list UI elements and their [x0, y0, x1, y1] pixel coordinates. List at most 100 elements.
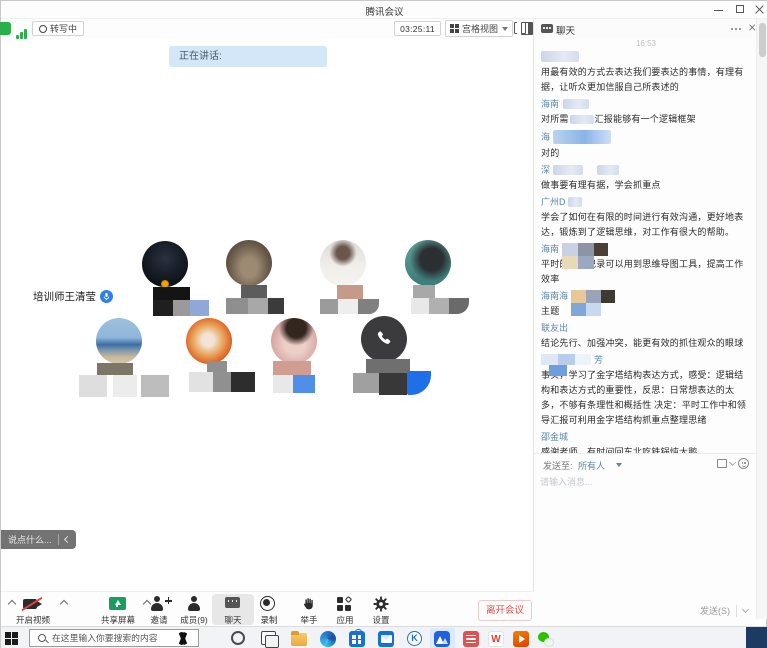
settings-button[interactable]: 设置	[359, 596, 403, 626]
file-explorer-icon[interactable]	[291, 633, 307, 646]
censored-name-blur	[553, 130, 611, 144]
minimize-button[interactable]	[711, 3, 727, 16]
share-screen-button[interactable]: 共享屏幕	[96, 596, 140, 626]
censored-image-mosaic	[571, 290, 615, 316]
video-stage: 正在讲话: 培训师王清莹	[1, 39, 533, 591]
caption-bubble[interactable]: 说点什么...	[1, 530, 76, 549]
send-to-dropdown[interactable]: 所有人	[578, 459, 605, 472]
chevron-down-icon[interactable]	[729, 459, 736, 466]
more-options-button[interactable]	[731, 28, 741, 30]
censored-image-mosaic	[541, 354, 591, 376]
task-view-button[interactable]	[261, 631, 276, 645]
chat-scrollbar[interactable]	[756, 19, 767, 619]
toggle-video-button[interactable]: 开启视频	[11, 596, 55, 626]
censored-name-blur	[541, 51, 579, 62]
send-button-group: 发送(S)	[700, 604, 748, 617]
video-options-chevron[interactable]	[60, 600, 68, 608]
transcribing-button[interactable]: 转写中	[32, 21, 84, 36]
send-options-icon[interactable]	[742, 606, 749, 613]
microsoft-store-icon[interactable]	[349, 631, 365, 647]
maximize-button[interactable]	[733, 3, 749, 16]
chat-message: 事实，学习了金字塔结构表达方式，感受：逻辑结构和表达方式的重要性，反思：日常想表…	[541, 368, 751, 428]
chat-sender-name: 深	[541, 164, 751, 176]
presentation-app-icon[interactable]	[513, 631, 529, 647]
chat-timestamp: 16:53	[541, 39, 751, 48]
chat-sender-name: 海南海	[541, 290, 751, 302]
tencent-meeting-window: 腾讯会议 转写中 03:25:11 宫格视图 正在讲话: 培训师王清	[0, 0, 767, 648]
camera-off-icon	[11, 596, 55, 613]
penguin-avatar	[226, 240, 272, 286]
trainer-name-label: 培训师王清莹	[33, 289, 113, 304]
edge-browser-icon[interactable]	[320, 631, 336, 647]
meeting-toolbar: 开启视频 共享屏幕 邀请 成员(9) 聊天 录制	[1, 591, 534, 626]
settings-icon	[359, 596, 403, 613]
send-button[interactable]: 发送(S)	[700, 604, 730, 617]
windows-start-button[interactable]	[5, 632, 18, 645]
chat-sender-name: 邵金城	[541, 431, 751, 443]
grid-view-icon	[450, 24, 459, 33]
record-icon	[247, 596, 291, 613]
meeting-top-bar: 转写中 03:25:11 宫格视图	[1, 19, 533, 39]
record-button[interactable]: 录制	[247, 596, 291, 626]
view-mode-label: 宫格视图	[462, 22, 498, 35]
transcribe-icon	[39, 25, 47, 33]
chat-sender-name: 海南	[541, 98, 751, 110]
taskbar-search[interactable]	[29, 629, 199, 647]
phone-call-avatar	[361, 316, 407, 362]
search-input[interactable]	[52, 633, 170, 643]
scrollbar-thumb[interactable]	[759, 23, 766, 57]
chat-sender-name	[541, 51, 751, 63]
chat-header: 聊天	[534, 19, 756, 39]
censored-name-blur	[597, 165, 619, 175]
members-icon	[172, 596, 216, 613]
censored-name-blur	[553, 165, 583, 175]
car-avatar	[96, 318, 142, 364]
cortana-button[interactable]	[231, 631, 245, 645]
censored-name-blur	[568, 197, 582, 207]
maximize-icon	[736, 5, 744, 13]
chat-sender-name: 广州D	[541, 196, 751, 208]
chat-input[interactable]	[540, 475, 746, 585]
window-title: 腾讯会议	[1, 4, 767, 18]
phone-icon	[374, 329, 394, 349]
wps-office-icon[interactable]: W	[488, 631, 504, 647]
collapse-icon	[63, 536, 70, 543]
chat-sender-name: 海南	[541, 243, 751, 255]
chat-sender-name: 海	[541, 130, 751, 144]
close-icon	[752, 3, 767, 16]
leave-meeting-button[interactable]: 离开会议	[478, 600, 532, 621]
share-screen-icon	[96, 596, 140, 613]
chevron-down-icon	[616, 463, 622, 467]
emoji-icon[interactable]	[738, 458, 749, 469]
title-bar: 腾讯会议	[1, 1, 767, 19]
network-security-icon	[0, 22, 11, 35]
screenshot-icon[interactable]	[717, 459, 727, 468]
tencent-meeting-app-icon[interactable]	[434, 631, 450, 647]
censored-text-blur	[570, 115, 594, 124]
chat-panel: 聊天 16:53 用最有效的方式去表达我们要表达的事情，有理有据，让听众更加信服…	[534, 19, 756, 626]
minimize-icon	[714, 10, 723, 11]
chat-sender-name: 芳	[541, 354, 751, 366]
chat-bubble-icon	[541, 24, 553, 33]
chat-message: 用最有效的方式去表达我们要表达的事情，有理有据，让听众更加信服自己所表述的	[541, 65, 751, 95]
audio-badge-icon	[100, 290, 113, 303]
members-button[interactable]: 成员(9)	[172, 596, 216, 626]
red-document-app-icon[interactable]	[463, 631, 479, 647]
portrait-avatar	[271, 318, 317, 364]
chat-message-list[interactable]: 16:53 用最有效的方式去表达我们要表达的事情，有理有据，让听众更加信服自己所…	[541, 37, 751, 477]
chat-title: 聊天	[556, 23, 575, 37]
illustrated-portrait-avatar	[405, 240, 451, 286]
taskbar-corner-app[interactable]	[746, 627, 767, 648]
speaking-banner: 正在讲话:	[169, 46, 327, 67]
view-mode-dropdown[interactable]: 宫格视图	[445, 20, 513, 37]
send-to-row: 发送至: 所有人	[534, 453, 756, 473]
censored-name-blur	[563, 99, 589, 109]
chat-message: 做事要有理有据，学会抓重点	[541, 178, 751, 193]
chat-sender-name: 联友出	[541, 322, 751, 334]
mail-app-icon[interactable]	[378, 631, 394, 647]
toggle-panel-button[interactable]	[521, 22, 533, 35]
k-app-icon[interactable]: K	[407, 631, 422, 646]
chevron-down-icon	[502, 27, 508, 31]
close-button[interactable]	[752, 3, 767, 16]
wechat-icon[interactable]	[538, 631, 554, 647]
